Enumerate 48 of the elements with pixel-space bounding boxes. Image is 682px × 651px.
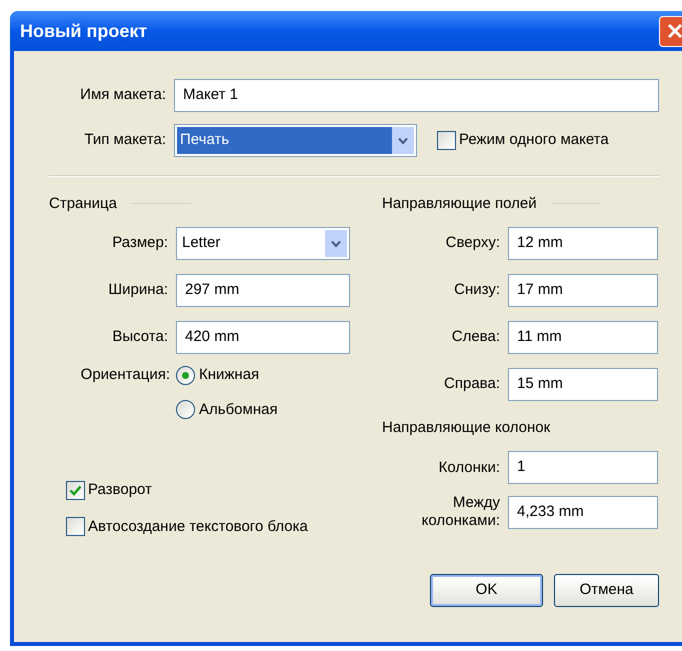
field-label: Имя макета: (79, 85, 166, 106)
window-title: Новый проект (20, 20, 148, 43)
checkbox[interactable] (66, 480, 85, 500)
radio-label: Книжная (199, 365, 260, 385)
field-label: Справа: (443, 374, 500, 394)
checkbox-label: Режим одного макета (459, 130, 609, 150)
dropdown-value: Letter (181, 233, 222, 254)
text-field[interactable]: 11 mm (508, 321, 658, 354)
caret-icon (398, 136, 408, 144)
dropdown-button[interactable] (325, 230, 347, 257)
text-field[interactable]: Макет 1 (174, 79, 659, 112)
group-heading: Направляющие полей (382, 194, 537, 214)
text-field[interactable]: 17 mm (508, 274, 658, 307)
checkbox-label: Автосоздание текстового блока (88, 516, 308, 536)
cancel-button[interactable]: Отмена (554, 574, 659, 607)
field-label: Снизу: (453, 280, 500, 300)
field-label: Сверху: (444, 233, 500, 254)
text-field[interactable]: 4,233 mm (508, 496, 658, 528)
group-heading: Страница (49, 194, 117, 214)
text-field[interactable]: 15 mm (508, 368, 658, 401)
checkbox[interactable] (437, 131, 456, 150)
text-field[interactable]: 1 (508, 451, 658, 484)
field-label: Размер: (111, 233, 168, 254)
check-icon (69, 484, 82, 496)
field-label: Ориентация: (80, 365, 171, 385)
field-label: Высота: (111, 327, 168, 348)
dropdown-value: Печать (177, 127, 392, 154)
checkbox[interactable] (66, 517, 85, 536)
text-field[interactable]: 297 mm (176, 274, 350, 307)
caret-icon (331, 240, 341, 248)
checkbox-label: Разворот (88, 480, 152, 500)
radio-label: Альбомная (199, 400, 278, 420)
dropdown-field[interactable]: Печать (174, 124, 417, 157)
field-label: Между колонками: (420, 494, 500, 530)
radio-button[interactable] (176, 400, 195, 420)
dropdown-field[interactable]: Letter (176, 227, 350, 260)
field-label: Тип макета: (83, 130, 166, 150)
text-field[interactable]: 12 mm (508, 227, 658, 260)
field-label: Слева: (450, 327, 500, 348)
close-icon (667, 23, 682, 39)
close-button[interactable] (659, 16, 682, 46)
ok-button[interactable]: OK (430, 574, 543, 607)
dropdown-button[interactable] (392, 127, 414, 154)
field-label: Колонки: (438, 458, 500, 476)
group-heading: Направляющие колонок (382, 418, 550, 438)
radio-button[interactable] (176, 366, 195, 385)
text-field[interactable]: 420 mm (176, 321, 350, 354)
field-label: Ширина: (107, 280, 168, 300)
